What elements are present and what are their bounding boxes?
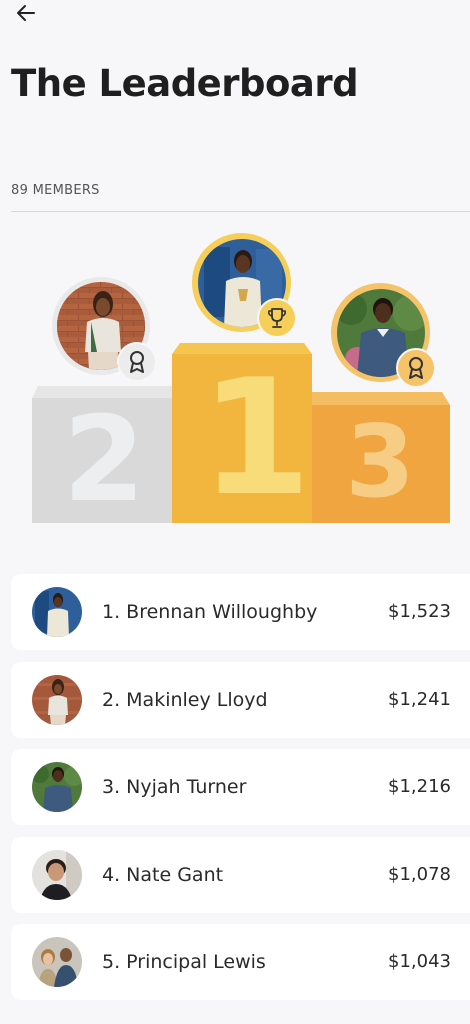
avatar (32, 849, 82, 900)
avatar (32, 674, 82, 725)
podium-third-badge (396, 348, 436, 388)
leader-name: 3. Nyjah Turner (102, 776, 247, 798)
list-item[interactable]: 1. Brennan Willoughby $1,523 (11, 574, 470, 650)
list-item[interactable]: 5. Principal Lewis $1,043 (11, 924, 470, 1000)
leader-amount: $1,043 (388, 951, 451, 972)
avatar (32, 587, 82, 637)
podium-second-badge (117, 342, 157, 382)
ribbon-award-icon (130, 351, 144, 373)
leader-name: 2. Makinley Lloyd (102, 688, 268, 711)
list-item[interactable]: 4. Nate Gant $1,078 (11, 836, 470, 913)
arrow-left-icon (17, 5, 35, 21)
leader-name: 5. Principal Lewis (102, 951, 266, 973)
member-count: 89 MEMBERS (11, 183, 100, 198)
leader-name: 1. Brennan Willoughby (102, 601, 318, 623)
podium-third-numeral: 3 (345, 403, 415, 520)
leader-amount: $1,241 (388, 688, 451, 710)
ribbon-award-icon (409, 357, 423, 379)
podium: 2 1 3 (0, 220, 470, 530)
list-item[interactable]: 2. Makinley Lloyd $1,241 (11, 661, 470, 738)
trophy-icon (268, 308, 286, 328)
list-item[interactable]: 3. Nyjah Turner $1,216 (11, 749, 470, 825)
avatar (32, 762, 82, 812)
leader-amount: $1,078 (388, 863, 451, 885)
leader-amount: $1,216 (388, 776, 451, 797)
podium-first-badge (257, 298, 297, 338)
leader-amount: $1,523 (388, 601, 451, 622)
leader-name: 4. Nate Gant (102, 863, 224, 886)
avatar (32, 937, 82, 987)
podium-second-numeral: 2 (62, 390, 146, 528)
page-title: The Leaderboard (11, 62, 359, 105)
podium-first-numeral: 1 (200, 344, 312, 531)
back-button[interactable] (12, 0, 40, 26)
leaderboard-list: 1. Brennan Willoughby $1,523 2. Makinley… (11, 574, 470, 1012)
divider (11, 211, 470, 212)
